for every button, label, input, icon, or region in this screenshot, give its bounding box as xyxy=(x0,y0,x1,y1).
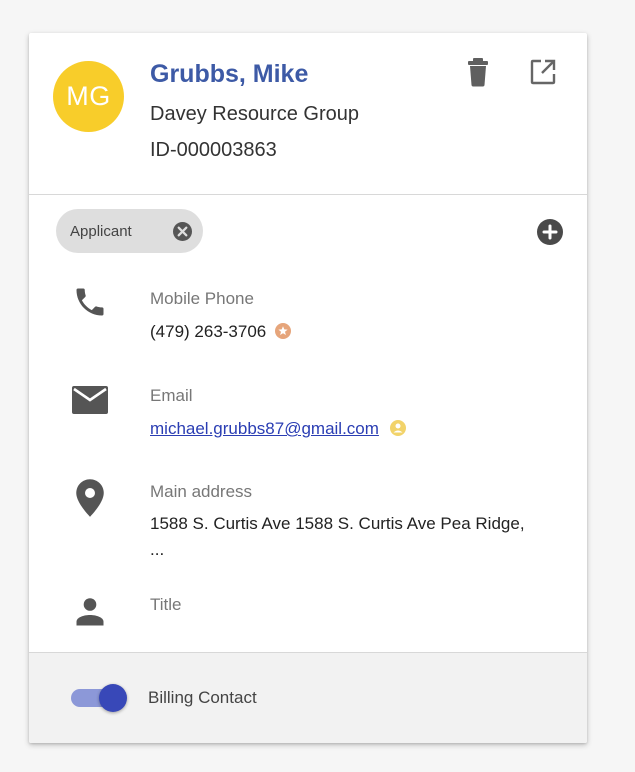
header-divider xyxy=(29,194,587,195)
trash-icon xyxy=(468,58,488,87)
contact-card: MG Grubbs, Mike Davey Resource Group ID-… xyxy=(29,33,587,743)
title-label: Title xyxy=(150,595,182,614)
location-pin-icon xyxy=(67,475,113,521)
phone-label: Mobile Phone xyxy=(150,289,254,308)
card-footer: Billing Contact xyxy=(29,653,587,743)
avatar-initials: MG xyxy=(66,81,111,111)
billing-contact-label: Billing Contact xyxy=(148,688,257,707)
open-external-button[interactable] xyxy=(526,55,560,89)
close-circle-icon[interactable] xyxy=(173,222,192,241)
toggle-knob[interactable] xyxy=(99,684,127,712)
email-link[interactable]: michael.grubbs87@gmail.com xyxy=(150,419,379,438)
delete-button[interactable] xyxy=(461,55,495,89)
contact-header: MG Grubbs, Mike Davey Resource Group ID-… xyxy=(29,33,587,194)
email-value: michael.grubbs87@gmail.com xyxy=(150,419,406,439)
address-label: Main address xyxy=(150,482,253,501)
contact-company: Davey Resource Group xyxy=(150,103,359,125)
phone-number[interactable]: (479) 263-3706 xyxy=(150,322,266,341)
mail-icon xyxy=(67,377,113,423)
contact-id: ID-000003863 xyxy=(150,139,277,161)
contact-name[interactable]: Grubbs, Mike xyxy=(150,60,308,89)
address-value: 1588 S. Curtis Ave 1588 S. Curtis Ave Pe… xyxy=(150,514,525,559)
person-badge-icon xyxy=(389,420,406,436)
tag-chip-label: Applicant xyxy=(70,222,132,240)
billing-contact-toggle[interactable] xyxy=(69,683,129,713)
avatar: MG xyxy=(53,61,124,132)
star-badge-icon xyxy=(275,323,291,339)
add-circle-icon[interactable] xyxy=(537,219,563,245)
phone-value[interactable]: (479) 263-3706 xyxy=(150,322,291,342)
email-label: Email xyxy=(150,386,193,405)
open-in-new-icon xyxy=(530,59,556,85)
person-icon xyxy=(67,589,113,635)
phone-icon xyxy=(67,279,113,325)
tag-chip-applicant[interactable]: Applicant xyxy=(56,209,203,253)
